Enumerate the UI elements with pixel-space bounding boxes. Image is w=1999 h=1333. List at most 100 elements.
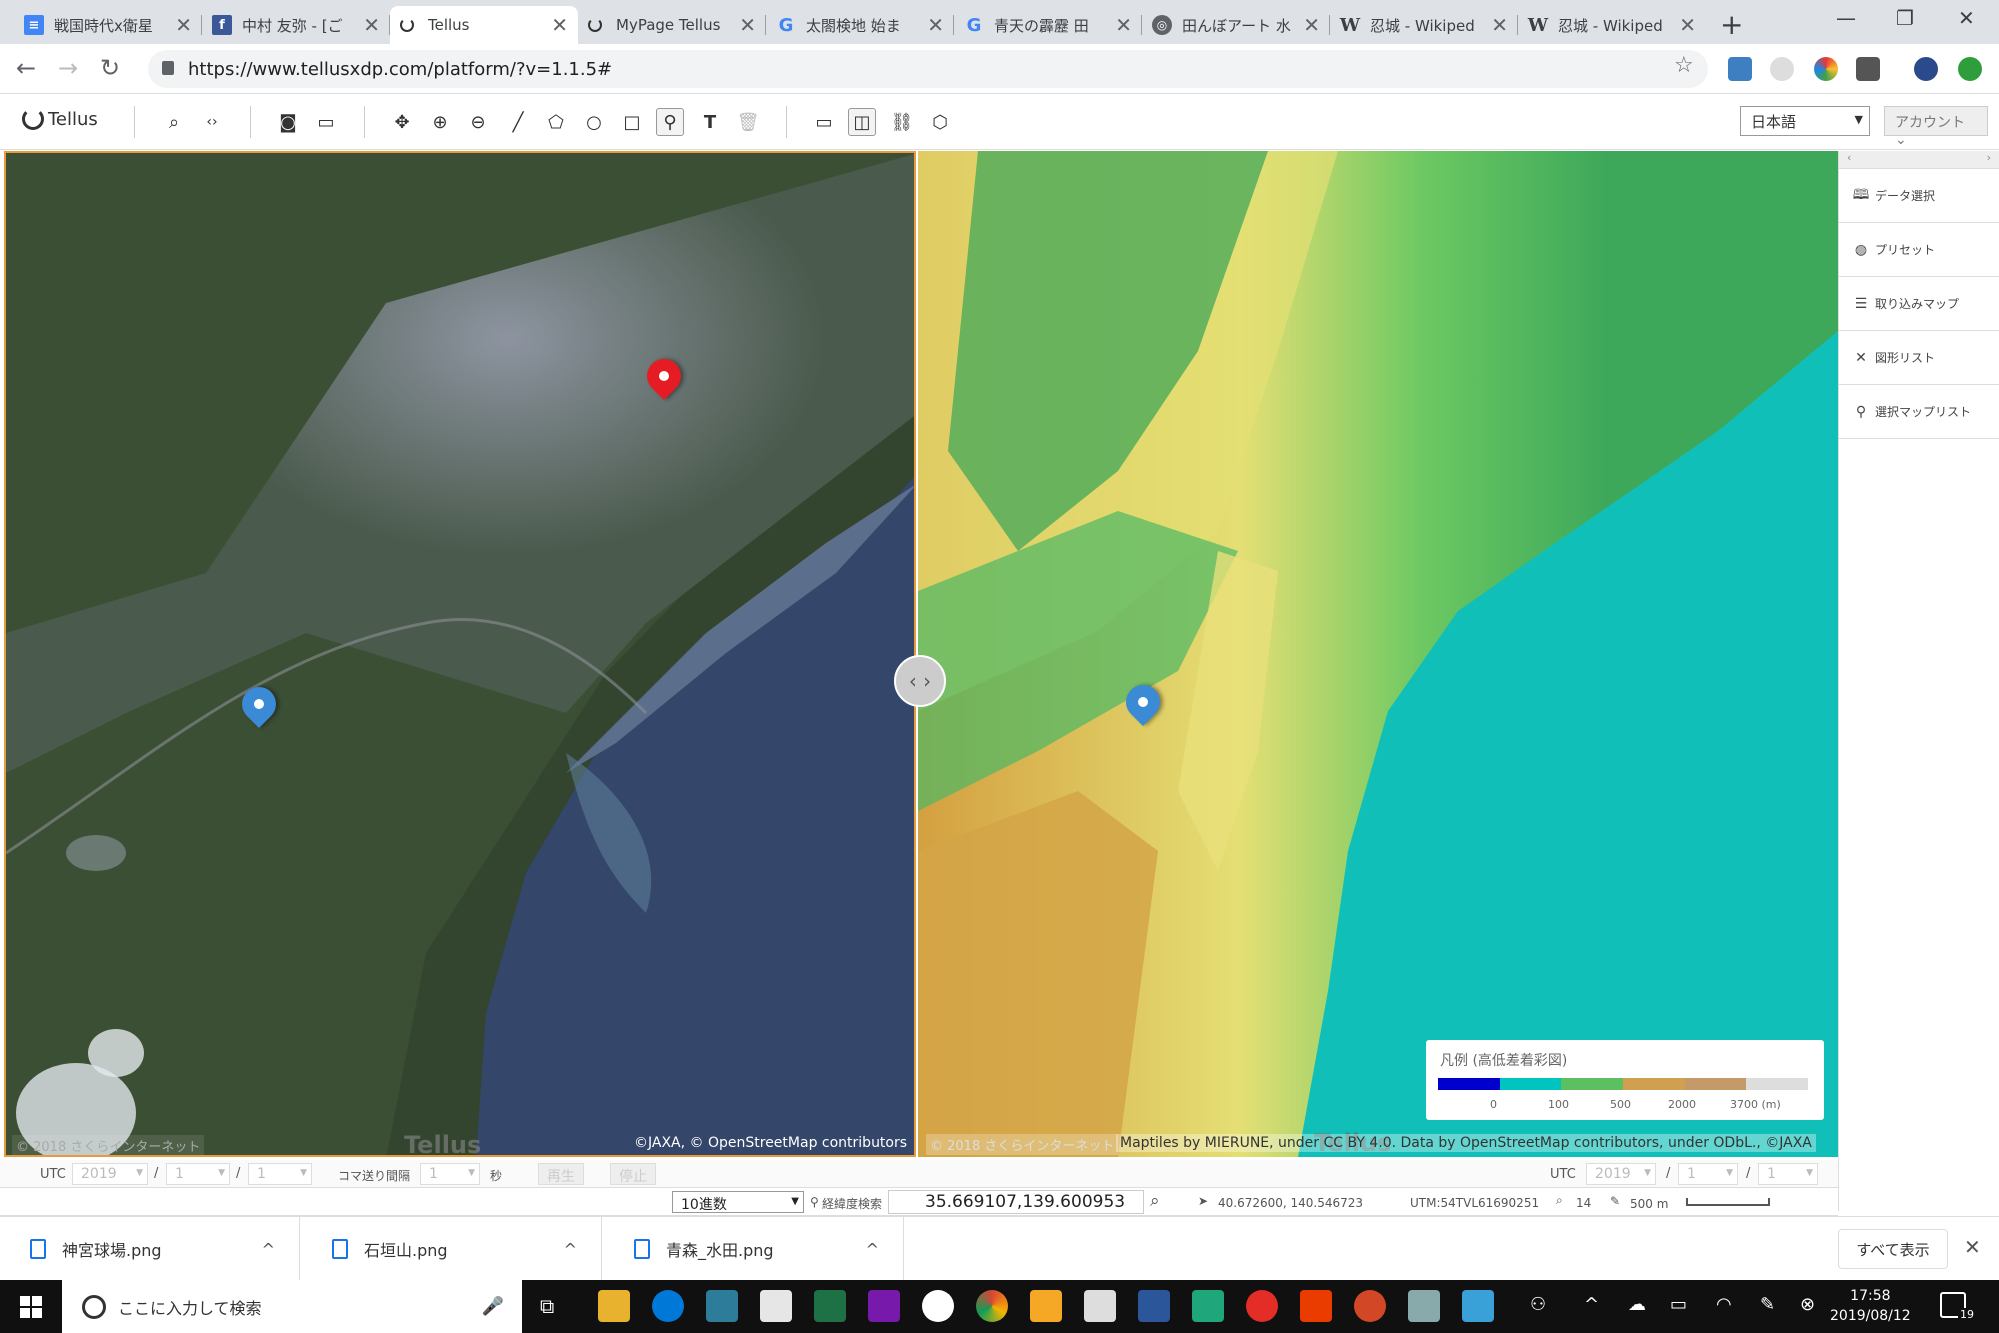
close-window-icon[interactable]: ✕ [1958,6,1975,30]
reload-icon[interactable]: ↻ [100,54,120,82]
split-divider-handle[interactable]: ‹ › [894,655,946,707]
download-item[interactable]: 石垣山.png ^ [302,1217,602,1281]
system-clock[interactable]: 17:58 2019/08/12 [1830,1286,1911,1326]
compare-view-icon[interactable]: ‹› [198,108,226,136]
close-tab-icon[interactable]: ✕ [1679,13,1696,37]
text-tool-icon[interactable]: T [696,108,724,136]
close-downloads-icon[interactable]: ✕ [1964,1235,1981,1259]
draw-rectangle-icon[interactable]: □ [618,108,646,136]
language-select[interactable]: 日本語 ▼ [1740,106,1870,136]
restore-icon[interactable]: ❐ [1896,6,1914,30]
mail-icon[interactable] [760,1290,792,1322]
browser-tab[interactable]: W 忍城 - Wikiped ✕ [1518,6,1706,44]
month-select[interactable]: 1 ▼ [166,1163,230,1185]
pan-icon[interactable]: ✥ [388,108,416,136]
wifi-icon[interactable]: ◠ [1716,1294,1732,1315]
account-button[interactable]: アカウント ⌄ [1884,106,1988,148]
camera-icon[interactable]: ◙ [274,108,302,136]
app-blue-icon[interactable] [1462,1290,1494,1322]
marker-icon[interactable]: ⚲ [656,108,684,136]
panel-item-shape-list[interactable]: ✕ 図形リスト [1839,331,1999,385]
browser-tab[interactable]: G 太閤検地 始ま ✕ [766,6,954,44]
draw-line-icon[interactable]: ╱ [504,108,532,136]
chevron-up-icon[interactable]: ^ [262,1240,275,1259]
panel-collapse-bar[interactable]: ‹ › [1839,151,1999,169]
play-button[interactable]: 再生 [538,1163,584,1185]
update-icon[interactable] [1958,57,1982,81]
year-select-right[interactable]: 2019 ▼ [1586,1163,1656,1185]
interval-select[interactable]: 1 ▼ [420,1163,480,1185]
chevron-up-icon[interactable]: ^ [564,1240,577,1259]
close-tab-icon[interactable]: ✕ [363,13,380,37]
zoom-out-icon[interactable]: ⊖ [464,108,492,136]
bookmark-star-icon[interactable]: ☆ [1674,53,1694,78]
show-all-downloads-button[interactable]: すべて表示 [1838,1229,1948,1269]
url-field[interactable]: https://www.tellusxdp.com/platform/?v=1.… [148,50,1708,88]
close-tab-icon[interactable]: ✕ [1303,13,1320,37]
edge-icon[interactable] [652,1290,684,1322]
3d-view-icon[interactable]: ⬡ [926,108,954,136]
browser-tab[interactable]: G 青天の霹靂 田 ✕ [954,6,1142,44]
pen-icon[interactable]: ✎ [1760,1294,1775,1315]
trash-icon[interactable]: 🗑 [734,108,762,136]
minimize-icon[interactable]: — [1836,6,1856,30]
browser-tab[interactable]: MyPage Tellus ✕ [578,6,766,44]
profile-avatar[interactable] [1914,57,1938,81]
panel-item-data-select[interactable]: 🕮 データ選択 [1839,169,1999,223]
extension-f-icon[interactable] [1856,57,1880,81]
split-view-icon[interactable]: ◫ [848,108,876,136]
windows-start-icon[interactable] [20,1296,42,1318]
search-icon[interactable]: ⌕ [160,108,188,136]
day-select[interactable]: 1 ▼ [248,1163,312,1185]
download-item[interactable]: 青森_水田.png ^ [604,1217,904,1281]
coordinate-search-input[interactable]: 35.669107,139.600953 [888,1190,1144,1214]
day-select-right[interactable]: 1 ▼ [1758,1163,1818,1185]
draw-polygon-icon[interactable]: ⬠ [542,108,570,136]
sublime-icon[interactable] [1030,1290,1062,1322]
powerpoint-icon[interactable] [1354,1290,1386,1322]
stop-button[interactable]: 停止 [610,1163,656,1185]
excel-icon[interactable] [814,1290,846,1322]
office-icon[interactable] [1300,1290,1332,1322]
browser-tab[interactable]: ◎ 田んぼアート 水 ✕ [1142,6,1330,44]
single-view-icon[interactable]: ▭ [810,108,838,136]
file-explorer-icon[interactable] [598,1290,630,1322]
app-green-icon[interactable] [1192,1290,1224,1322]
link-icon[interactable]: ⛓ [888,108,916,136]
back-icon[interactable]: ← [16,54,36,82]
lock-icon[interactable] [162,61,174,75]
onenote-icon[interactable] [868,1290,900,1322]
chrome-icon[interactable] [976,1290,1008,1322]
keyboard-icon[interactable]: ▭ [312,108,340,136]
close-tab-icon[interactable]: ✕ [1115,13,1132,37]
close-tab-icon[interactable]: ✕ [175,13,192,37]
panel-item-imported-maps[interactable]: ☰ 取り込みマップ [1839,277,1999,331]
battery-icon[interactable]: ▭ [1670,1294,1687,1315]
extension-color-icon[interactable] [1814,57,1838,81]
close-tab-icon[interactable]: ✕ [551,13,568,37]
store-icon[interactable] [706,1290,738,1322]
app-red-icon[interactable] [1246,1290,1278,1322]
chevron-up-icon[interactable]: ^ [866,1240,879,1259]
download-item[interactable]: 神宮球場.png ^ [0,1217,300,1281]
zoom-in-icon[interactable]: ⊕ [426,108,454,136]
month-select-right[interactable]: 1 ▼ [1678,1163,1738,1185]
draw-circle-icon[interactable]: ○ [580,108,608,136]
panel-item-selected-map-list[interactable]: ⚲ 選択マップリスト [1839,385,1999,439]
browser-tab[interactable]: ≡ 戦国時代x衛星 ✕ [14,6,202,44]
map-right-elevation[interactable]: © 2018 さくらインターネット Tellus Maptiles by MIE… [918,151,1838,1157]
map-left-satellite[interactable]: © 2018 さくらインターネット Tellus ©JAXA, © OpenSt… [4,151,916,1157]
tray-chevron-icon[interactable]: ^ [1584,1294,1599,1315]
browser-tab-active[interactable]: Tellus ✕ [390,6,578,44]
task-view-icon[interactable]: ⧉ [540,1294,554,1318]
extension-s-icon[interactable] [1728,57,1752,81]
browser-tab[interactable]: f 中村 友弥 - [ご ✕ [202,6,390,44]
forward-icon[interactable]: → [58,54,78,82]
slack-icon[interactable] [922,1290,954,1322]
close-tab-icon[interactable]: ✕ [1491,13,1508,37]
word-icon[interactable] [1138,1290,1170,1322]
app-gray-icon[interactable] [1408,1290,1440,1322]
close-tab-icon[interactable]: ✕ [739,13,756,37]
microphone-icon[interactable]: 🎤 [482,1296,504,1317]
mute-icon[interactable]: ⊗ [1800,1294,1815,1315]
